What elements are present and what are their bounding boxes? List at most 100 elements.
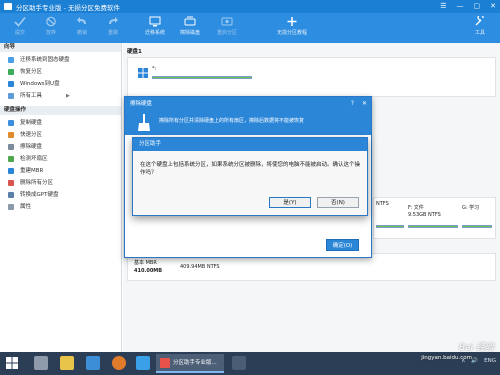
toolbar-wipe-label: 擦除磁盘 <box>179 30 200 36</box>
disk-label: 硬盘1 <box>127 49 142 55</box>
taskbar-folder-icon[interactable] <box>60 356 74 370</box>
wipe-icon <box>8 144 14 150</box>
partition-c-label: *: <box>152 66 157 72</box>
sidebar-item-migrate-ssd[interactable]: 迁移系统到固态硬盘 <box>0 54 121 66</box>
partition-prev-bar <box>376 225 404 228</box>
confirm-message: 在这个硬盘上包括系统分区，如果系统分区被删除，将使您的电脑不能被启动。确认这个操… <box>140 162 361 176</box>
partition-assistant-icon <box>160 358 170 368</box>
sidebar-item-label: 属性 <box>20 204 32 210</box>
disk2-partition-info: 409.94MB NTFS <box>180 264 220 270</box>
sidebar-section-disk-ops: 硬盘操作 <box>0 106 121 115</box>
toolbar-tutorial-label: 无损分区教程 <box>276 30 307 36</box>
broom-icon <box>138 114 150 131</box>
disk2-size: 410.00MB <box>134 268 163 274</box>
partition-c-bar <box>152 76 252 79</box>
close-icon[interactable]: ✕ <box>362 97 367 111</box>
toolbar-undo-label: 撤销 <box>76 30 87 36</box>
taskbar-computer-icon[interactable] <box>86 356 100 370</box>
sidebar-item-properties[interactable]: 属性 <box>0 201 121 213</box>
partition-f-info: 9.53GB NTFS <box>408 212 441 218</box>
sidebar-item-label: 所有工具 <box>20 93 43 99</box>
sidebar-item-wipe-disk[interactable]: 擦除硬盘 <box>0 141 121 153</box>
toolbar-restart-button[interactable]: 重启分区 <box>209 16 245 36</box>
sidebar-item-label: 复制硬盘 <box>20 120 43 126</box>
check-icon <box>14 16 26 27</box>
minimize-icon[interactable]: — <box>457 2 464 10</box>
sidebar-item-label: 擦除硬盘 <box>20 144 43 150</box>
wipe-disk-icon <box>184 16 196 26</box>
watermark-url: jingyan.baidu.com <box>421 355 472 361</box>
undo-arrow-icon <box>77 17 86 24</box>
check-sector-icon <box>8 156 14 162</box>
windows-icon <box>8 81 14 87</box>
sidebar-item-quick-partition[interactable]: 快速分区 <box>0 129 121 141</box>
tools-icon <box>475 16 484 26</box>
taskbar-app-label: 分区助手专业版... <box>173 360 217 366</box>
confirm-dialog: 分区助手 在这个硬盘上包括系统分区，如果系统分区被删除，将使您的电脑不能被启动。… <box>132 137 368 216</box>
quick-partition-icon <box>8 132 14 138</box>
start-button-icon[interactable] <box>6 357 18 369</box>
sidebar-item-windows-to-go[interactable]: Windows到U盘 <box>0 78 121 90</box>
toolbar-migrate-button[interactable]: 迁移系统 <box>137 16 173 36</box>
wipe-dialog-header: 擦除所有分区并清除硬盘上的所有扇区，擦除后数据将不能被恢复 <box>125 111 371 135</box>
window-title: 分区助手专业版 - 无损分区免费软件 <box>16 3 120 12</box>
sidebar-item-label: 重建MBR <box>20 168 44 174</box>
partition-prev-type: NTFS <box>376 201 389 207</box>
disk-row-partitions[interactable]: NTFS F: 文件 9.53GB NTFS G: 学习 <box>373 197 496 239</box>
window-controls: ☰ — ▢ ✕ <box>440 2 496 10</box>
toolbar-redo-label: 重做 <box>107 30 118 36</box>
mbr-icon <box>8 168 14 174</box>
taskbar-app-button[interactable]: 分区助手专业版... <box>156 354 224 373</box>
sidebar-item-delete-all[interactable]: 删除所有分区 <box>0 177 121 189</box>
sidebar-item-label: Windows到U盘 <box>20 81 60 87</box>
redo-arrow-icon <box>109 17 118 24</box>
toolbar-restart-label: 重启分区 <box>216 30 237 36</box>
windows-logo-icon <box>138 68 148 78</box>
confirm-dialog-title: 分区助手 <box>133 138 367 151</box>
partition-f-bar <box>408 225 458 228</box>
toolbar-wipe-button[interactable]: 擦除磁盘 <box>172 16 208 36</box>
toolbar-tutorial-button[interactable]: 无损分区教程 <box>270 16 314 36</box>
menu-icon[interactable]: ☰ <box>440 2 446 10</box>
sidebar-item-all-tools[interactable]: 所有工具 ▶ <box>0 90 121 102</box>
sidebar: 向导 迁移系统到固态硬盘 恢复分区 Windows到U盘 所有工具 ▶ 硬盘操作 … <box>0 43 122 352</box>
watermark-logo: Bai 经验 <box>458 343 494 353</box>
disk-row-1[interactable]: *: <box>127 57 496 97</box>
disk2-type: 基本 MBR <box>134 260 157 266</box>
undo-icon <box>46 16 56 27</box>
partition-f-label: F: 文件 <box>408 205 424 211</box>
toolbar-redo-button[interactable]: 重做 <box>95 16 131 36</box>
sidebar-item-label: 删除所有分区 <box>20 180 54 186</box>
sidebar-item-bad-sector[interactable]: 检测坏扇区 <box>0 153 121 165</box>
taskbar-browser-icon[interactable] <box>136 356 150 370</box>
partition-g-bar <box>462 225 492 228</box>
toolbar-submit-label: 提交 <box>14 30 25 36</box>
convert-icon <box>8 192 14 198</box>
toolbar-migrate-label: 迁移系统 <box>144 30 165 36</box>
partition-g-label: G: 学习 <box>462 205 480 211</box>
title-bar: 分区助手专业版 - 无损分区免费软件 ☰ — ▢ ✕ <box>0 0 500 13</box>
yes-button[interactable]: 是(Y) <box>269 197 311 208</box>
maximize-icon[interactable]: ▢ <box>474 2 481 10</box>
no-button[interactable]: 否(N) <box>317 197 359 208</box>
language-indicator[interactable]: ENG <box>484 358 496 364</box>
migrate-icon <box>8 57 14 63</box>
help-icon[interactable]: ? <box>351 97 354 111</box>
sidebar-item-convert-gpt[interactable]: 转换成GPT硬盘 <box>0 189 121 201</box>
wipe-dialog-description: 擦除所有分区并清除硬盘上的所有扇区，擦除后数据将不能被恢复 <box>159 118 305 124</box>
volume-icon[interactable]: 🔊 <box>471 358 478 364</box>
sidebar-section-wizard: 向导 <box>0 43 121 52</box>
toolbar-tools-button[interactable]: 工具 <box>462 16 498 36</box>
taskbar-media-icon[interactable] <box>112 356 126 370</box>
ok-button[interactable]: 确定(O) <box>326 239 359 251</box>
toolbar: 提交 放弃 撤销 重做 迁移系统 擦除磁盘 重启分区 无损分区教程 工具 <box>0 13 500 43</box>
copy-disk-icon <box>8 120 14 126</box>
sidebar-item-recover-partition[interactable]: 恢复分区 <box>0 66 121 78</box>
close-icon[interactable]: ✕ <box>490 2 496 10</box>
restart-partition-icon <box>221 17 233 26</box>
taskbar-window-icon[interactable] <box>232 356 246 370</box>
sidebar-item-copy-disk[interactable]: 复制硬盘 <box>0 117 121 129</box>
taskbar-drive-icon[interactable] <box>34 356 48 370</box>
sidebar-item-label: 转换成GPT硬盘 <box>20 192 59 198</box>
sidebar-item-rebuild-mbr[interactable]: 重建MBR <box>0 165 121 177</box>
